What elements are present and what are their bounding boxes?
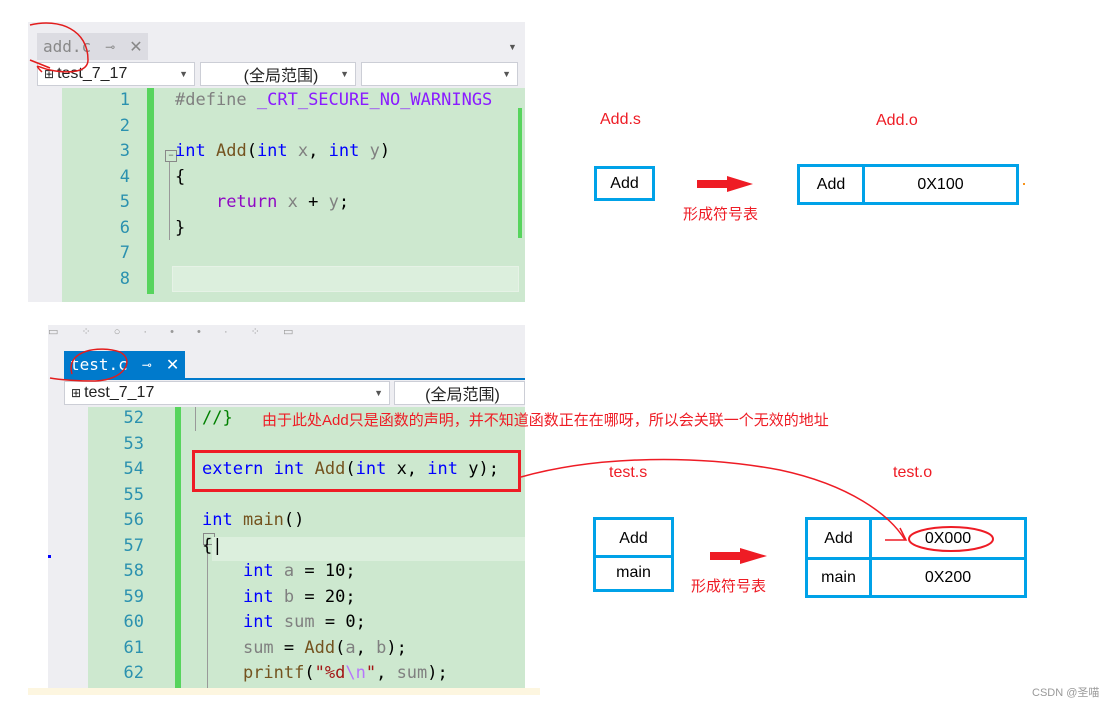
highlight-ellipse bbox=[908, 526, 994, 552]
stray-dot bbox=[1023, 183, 1025, 185]
arrows-overlay bbox=[49, 176, 1025, 564]
watermark: CSDN @圣喵 bbox=[1032, 687, 1100, 699]
hand-drawn-circle bbox=[49, 348, 128, 382]
arrowhead bbox=[885, 527, 908, 541]
link-curve bbox=[520, 458, 906, 541]
red-arrow-right bbox=[710, 548, 767, 564]
red-arrow-right bbox=[697, 176, 753, 192]
